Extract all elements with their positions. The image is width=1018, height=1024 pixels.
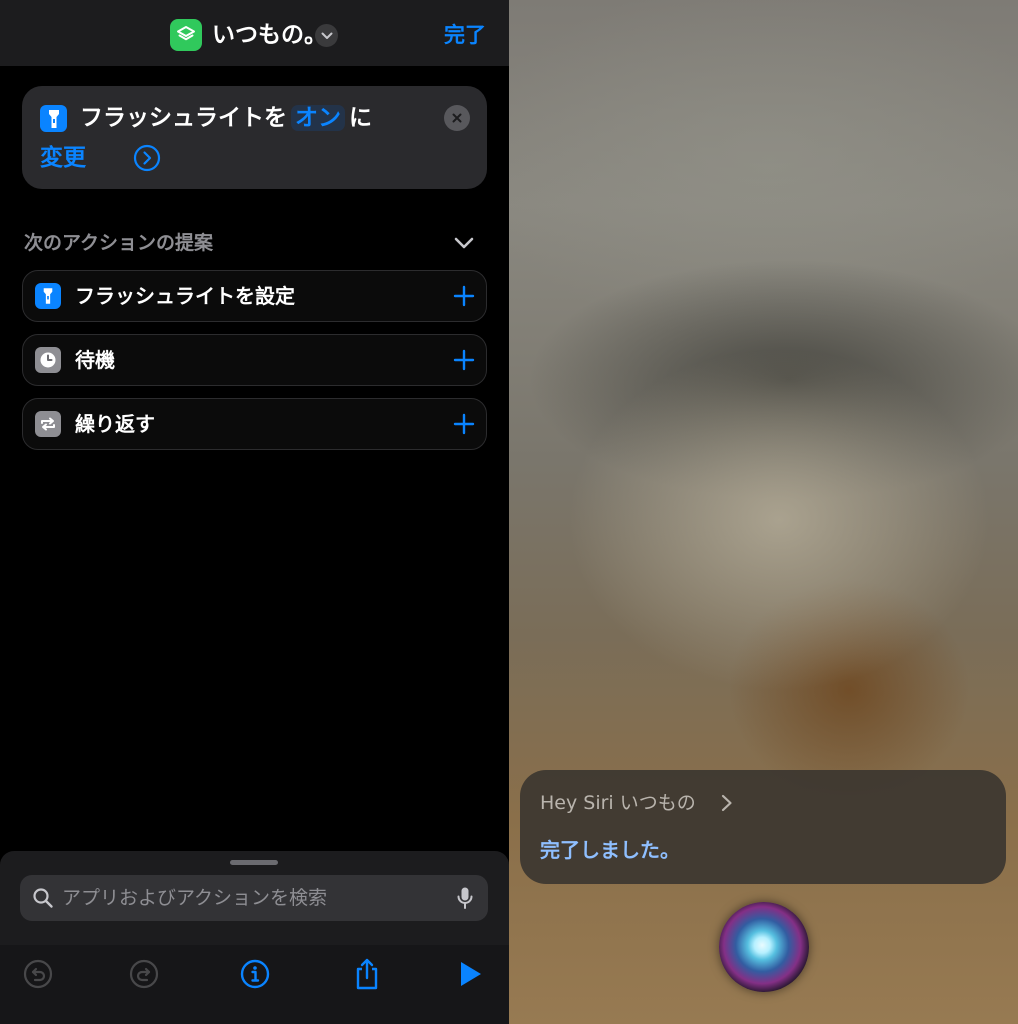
shortcut-title[interactable]: いつもの。 [212, 20, 327, 50]
suggestion-row-repeat[interactable]: 繰り返す [22, 398, 487, 450]
add-action-plus-icon[interactable] [453, 413, 475, 435]
action-text: フラッシュライトを オンに [80, 102, 372, 134]
search-bar[interactable] [20, 875, 488, 921]
suggestion-label: 繰り返す [75, 412, 155, 436]
title-menu-chevron-icon[interactable] [315, 24, 338, 47]
action-text-before: フラッシュライトを [80, 105, 287, 131]
action-operation-parameter[interactable]: 変更 [40, 142, 86, 174]
siri-orb-icon[interactable] [719, 902, 809, 992]
suggestion-row-wait[interactable]: 待機 [22, 334, 487, 386]
redo-icon[interactable] [127, 957, 161, 991]
shortcuts-layers-icon [177, 26, 195, 41]
siri-response-text: 完了しました。 [540, 838, 680, 862]
repeat-icon [35, 411, 61, 437]
action-text-after: に [349, 105, 372, 131]
suggestions-header: 次のアクションの提案 [24, 232, 214, 254]
sheet-grabber-handle[interactable] [230, 860, 278, 865]
show-more-chevron-circle-icon[interactable] [133, 144, 161, 172]
info-icon[interactable] [238, 957, 272, 991]
microphone-icon[interactable] [456, 886, 474, 910]
siri-response-bubble[interactable]: Hey Siri いつもの 完了しました。 [520, 770, 1006, 884]
siri-pane: Hey Siri いつもの 完了しました。 [509, 0, 1018, 1024]
flashlight-action-card[interactable]: フラッシュライトを オンに 変更 [22, 86, 487, 189]
chevron-right-icon[interactable] [720, 794, 734, 812]
search-icon [33, 888, 53, 908]
search-input[interactable] [62, 875, 452, 921]
suggestion-label: 待機 [75, 348, 115, 372]
editor-toolbar [0, 945, 509, 1024]
action-search-sheet [0, 851, 509, 1024]
shortcuts-app-icon[interactable] [170, 19, 202, 51]
suggestion-row-set-flashlight[interactable]: フラッシュライトを設定 [22, 270, 487, 322]
flashlight-icon [40, 105, 67, 132]
add-action-plus-icon[interactable] [453, 349, 475, 371]
remove-action-close-icon[interactable] [444, 105, 470, 131]
siri-query-text: Hey Siri いつもの [540, 792, 696, 814]
suggestion-label: フラッシュライトを設定 [75, 284, 295, 308]
flashlight-icon [35, 283, 61, 309]
shortcuts-editor-pane: いつもの。 完了 フラッシュライトを オンに 変更 次のアクションの提案 フラッ… [0, 0, 509, 1024]
share-icon[interactable] [350, 957, 384, 991]
clock-icon [35, 347, 61, 373]
flashlight-state-parameter[interactable]: オン [291, 105, 345, 131]
done-button[interactable]: 完了 [444, 21, 486, 49]
play-icon[interactable] [453, 957, 487, 991]
undo-icon[interactable] [21, 957, 55, 991]
add-action-plus-icon[interactable] [453, 285, 475, 307]
nav-bar: いつもの。 完了 [0, 0, 509, 66]
collapse-suggestions-chevron-icon[interactable] [452, 232, 476, 254]
